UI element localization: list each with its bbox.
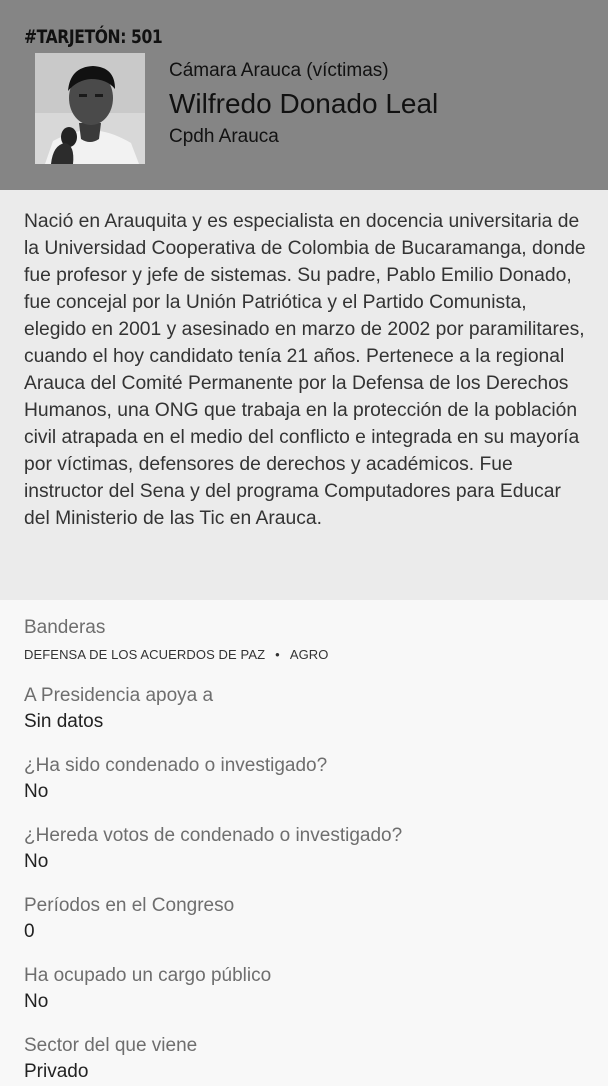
flags-list: DEFENSA DE LOS ACUERDOS DE PAZ • AGRO [24,644,584,666]
field-value: Sin datos [24,711,104,732]
candidate-bio: Nació en Arauquita y es especialista en … [0,190,608,600]
party-label: Cpdh Arauca [169,126,279,147]
field-condenado: ¿Ha sido condenado o investigado? No [24,754,584,806]
candidate-photo [35,53,145,164]
field-banderas: Banderas DEFENSA DE LOS ACUERDOS DE PAZ •… [24,616,584,666]
field-hereda-votos: ¿Hereda votos de condenado o investigado… [24,824,584,876]
field-sector: Sector del que viene Privado [24,1034,584,1086]
candidate-name: Wilfredo Donado Leal [169,88,439,119]
field-label: ¿Hereda votos de condenado o investigado… [24,825,403,846]
field-label: Sector del que viene [24,1035,198,1056]
field-value: No [24,991,49,1012]
field-periodos: Períodos en el Congreso 0 [24,894,584,946]
flag-separator: • [275,647,280,662]
flag-item: AGRO [289,647,329,662]
field-value: No [24,781,49,802]
field-cargo-publico: Ha ocupado un cargo público No [24,964,584,1016]
field-label: Períodos en el Congreso [24,895,235,916]
field-label: ¿Ha sido condenado o investigado? [24,755,328,776]
candidate-header: #TARJETÓN: 501 Cámara Arauca (víctimas) … [0,0,608,190]
candidate-fields: Banderas DEFENSA DE LOS ACUERDOS DE PAZ •… [0,600,608,1086]
field-presidencia: A Presidencia apoya a Sin datos [24,684,584,736]
field-value: No [24,851,49,872]
tarjeton-number: #TARJETÓN: 501 [24,26,163,48]
chamber-label: Cámara Arauca (víctimas) [169,60,389,81]
field-label: Banderas [24,617,106,638]
field-value: Privado [24,1061,89,1082]
field-label: Ha ocupado un cargo público [24,965,272,986]
flag-item: DEFENSA DE LOS ACUERDOS DE PAZ [24,647,266,662]
field-label: A Presidencia apoya a [24,685,214,706]
field-value: 0 [24,921,35,942]
